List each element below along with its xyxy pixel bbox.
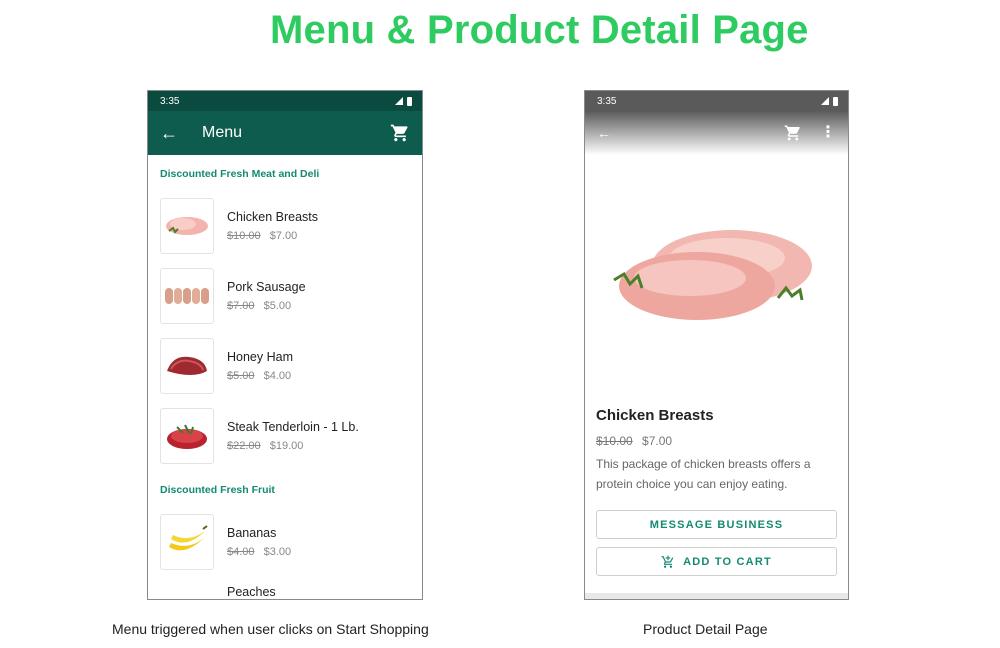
price: $7.00: [269, 230, 298, 242]
back-arrow-icon[interactable]: ←: [597, 125, 784, 141]
ham-thumbnail: [160, 338, 214, 394]
status-time: 3:35: [597, 95, 617, 107]
cart-icon[interactable]: [390, 123, 410, 143]
add-to-cart-button[interactable]: ADD TO CART: [596, 547, 837, 576]
back-arrow-icon[interactable]: ←: [160, 123, 182, 144]
page-heading: Menu & Product Detail Page: [270, 8, 809, 52]
price: $19.00: [269, 440, 304, 452]
section-label-fruit: Discounted Fresh Fruit: [160, 484, 275, 496]
price: $4.00: [263, 370, 292, 382]
old-price: $22.00: [227, 440, 261, 452]
old-price: $10.00: [596, 434, 633, 448]
status-bar: 3:35: [148, 91, 422, 111]
menu-item-peaches[interactable]: Peaches: [227, 585, 422, 599]
add-to-cart-label: ADD TO CART: [683, 555, 772, 568]
item-name: Pork Sausage: [227, 280, 306, 294]
menu-item-chicken-breasts[interactable]: Chicken Breasts $10.00 $7.00: [148, 191, 422, 261]
menu-item-bananas[interactable]: Bananas $4.00 $3.00: [148, 507, 422, 577]
add-cart-icon: [661, 555, 674, 568]
detail-top-bar: ← ⋮: [585, 111, 848, 155]
price: $5.00: [263, 300, 292, 312]
menu-item-steak-tenderloin[interactable]: Steak Tenderloin - 1 Lb. $22.00 $19.00: [148, 401, 422, 471]
price: $3.00: [263, 546, 292, 558]
screen-title: Menu: [202, 124, 243, 141]
app-bar: ← Menu: [148, 111, 422, 155]
section-label-meat: Discounted Fresh Meat and Deli: [160, 168, 320, 180]
cart-icon[interactable]: [784, 124, 802, 142]
bottom-strip: [585, 593, 848, 599]
product-description: This package of chicken breasts offers a…: [596, 457, 811, 491]
caption-detail: Product Detail Page: [643, 621, 768, 637]
item-name: Steak Tenderloin - 1 Lb.: [227, 420, 359, 434]
item-name: Bananas: [227, 526, 277, 540]
item-name: Honey Ham: [227, 350, 293, 364]
old-price: $4.00: [227, 546, 255, 558]
status-time: 3:35: [160, 95, 180, 107]
menu-item-honey-ham[interactable]: Honey Ham $5.00 $4.00: [148, 331, 422, 401]
battery-icon: [833, 96, 838, 106]
menu-item-pork-sausage[interactable]: Pork Sausage $7.00 $5.00: [148, 261, 422, 331]
product-detail-screen: 3:35 ← ⋮ Chicken Breasts $10.00 $7.00 Th…: [584, 90, 849, 600]
message-business-label: MESSAGE BUSINESS: [649, 518, 784, 531]
steak-thumbnail: [160, 408, 214, 464]
old-price: $10.00: [227, 230, 261, 242]
status-bar: 3:35: [585, 91, 848, 111]
item-name: Chicken Breasts: [227, 210, 319, 224]
signal-icon: [395, 97, 403, 105]
banana-thumbnail: [160, 514, 214, 570]
product-name: Chicken Breasts: [596, 407, 714, 424]
message-business-button[interactable]: MESSAGE BUSINESS: [596, 510, 837, 539]
signal-icon: [821, 97, 829, 105]
more-vert-icon[interactable]: ⋮: [820, 125, 836, 141]
menu-screen: 3:35 ← Menu Discounted Fresh Meat and De…: [147, 90, 423, 600]
product-image: [585, 173, 848, 373]
chicken-thumbnail: [160, 198, 214, 254]
old-price: $7.00: [227, 300, 255, 312]
old-price: $5.00: [227, 370, 255, 382]
price: $7.00: [642, 434, 673, 448]
sausage-thumbnail: [160, 268, 214, 324]
caption-menu: Menu triggered when user clicks on Start…: [112, 621, 429, 637]
battery-icon: [407, 96, 412, 106]
